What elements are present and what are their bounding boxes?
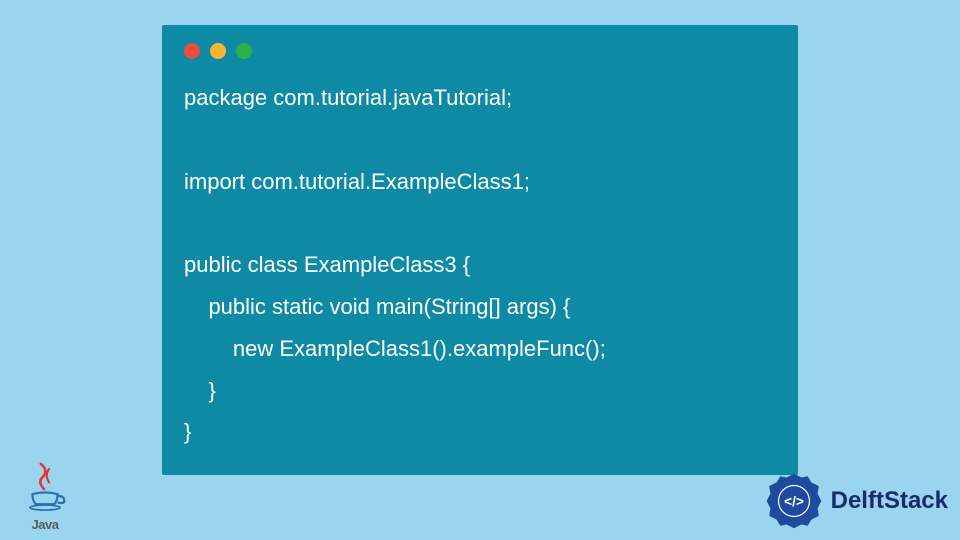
delftstack-icon: </> [763, 470, 825, 532]
delftstack-logo: </> DelftStack [763, 470, 948, 532]
code-block: package com.tutorial.javaTutorial; impor… [184, 77, 776, 453]
close-icon [184, 43, 200, 59]
svg-text:</>: </> [784, 494, 804, 509]
window-controls [184, 43, 776, 59]
java-label: Java [32, 517, 59, 532]
java-logo: Java [24, 462, 66, 532]
code-window: package com.tutorial.javaTutorial; impor… [162, 25, 798, 475]
minimize-icon [210, 43, 226, 59]
delftstack-label: DelftStack [831, 487, 948, 515]
java-cup-icon [24, 462, 66, 517]
maximize-icon [236, 43, 252, 59]
